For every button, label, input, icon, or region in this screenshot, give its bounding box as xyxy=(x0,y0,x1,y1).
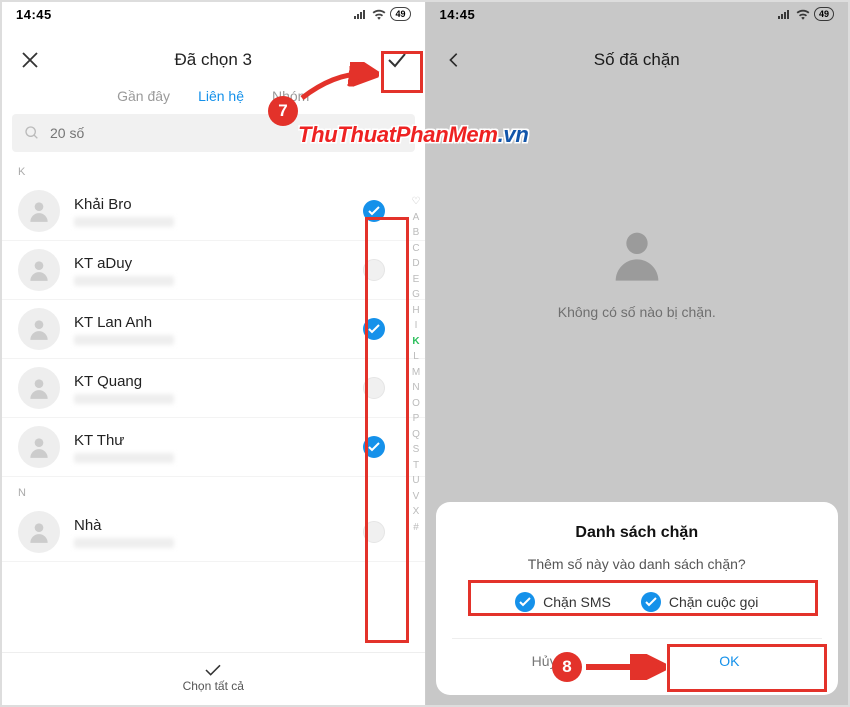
alpha-index-letter[interactable]: K xyxy=(412,336,419,347)
contact-subtitle-blurred xyxy=(74,453,174,463)
contact-info: Nhà xyxy=(74,517,349,548)
contact-subtitle-blurred xyxy=(74,276,174,286)
avatar xyxy=(18,190,60,232)
alpha-index-letter[interactable]: V xyxy=(413,491,420,502)
option-block-call[interactable]: Chặn cuộc gọi xyxy=(641,592,759,612)
avatar xyxy=(18,426,60,468)
contact-subtitle-blurred xyxy=(74,217,174,227)
tab-recent[interactable]: Gần đây xyxy=(117,88,170,104)
contact-name: KT Lan Anh xyxy=(74,314,349,335)
contact-name: Nhà xyxy=(74,517,349,538)
alpha-index-letter[interactable]: U xyxy=(412,475,419,486)
contact-list: K Khải Bro KT aDuy xyxy=(2,156,425,562)
avatar xyxy=(18,367,60,409)
alpha-index-letter[interactable]: C xyxy=(412,243,419,254)
blocked-numbers-screen: 14:45 49 Số đã chặn Không có số nào bị c… xyxy=(426,2,849,705)
alpha-index-letter[interactable]: G xyxy=(412,289,420,300)
sheet-options: Chặn SMS Chặn cuộc gọi xyxy=(452,592,823,638)
alpha-index-letter[interactable]: X xyxy=(413,506,420,517)
contact-subtitle-blurred xyxy=(74,538,174,548)
avatar xyxy=(18,249,60,291)
status-bar: 14:45 49 xyxy=(2,2,425,26)
select-all-button[interactable]: Chọn tất cả xyxy=(2,652,425,699)
alpha-index-letter[interactable]: P xyxy=(413,413,420,424)
contact-row[interactable]: Nhà xyxy=(2,503,425,562)
sheet-buttons: Hủy OK xyxy=(452,638,823,683)
alpha-index-letter[interactable]: E xyxy=(413,274,420,285)
alpha-index-letter[interactable]: A xyxy=(413,212,420,223)
wifi-icon xyxy=(372,9,386,20)
block-confirmation-sheet: Danh sách chặn Thêm số này vào danh sách… xyxy=(436,502,839,695)
alpha-index-letter[interactable]: O xyxy=(412,398,420,409)
option-label: Chặn SMS xyxy=(543,594,611,610)
alpha-index-letter[interactable]: S xyxy=(413,444,420,455)
contact-info: KT Thư xyxy=(74,432,349,463)
contact-info: Khải Bro xyxy=(74,196,349,227)
selection-checkbox[interactable] xyxy=(363,436,385,458)
checkmark-icon xyxy=(203,663,223,677)
avatar xyxy=(18,308,60,350)
sheet-message: Thêm số này vào danh sách chặn? xyxy=(452,542,823,592)
contact-subtitle-blurred xyxy=(74,394,174,404)
alpha-index[interactable]: ♡ ABCDEGHIKLMNOPQSTUVX # xyxy=(412,196,421,533)
battery-indicator: 49 xyxy=(390,7,410,21)
alpha-index-letter[interactable]: B xyxy=(413,227,420,238)
selection-checkbox[interactable] xyxy=(363,521,385,543)
sheet-title: Danh sách chặn xyxy=(452,524,823,542)
status-indicators: 49 xyxy=(354,7,410,21)
contact-name: KT Thư xyxy=(74,432,349,453)
selection-checkbox[interactable] xyxy=(363,377,385,399)
contact-row[interactable]: KT Lan Anh xyxy=(2,300,425,359)
section-letter: K xyxy=(2,156,425,182)
option-label: Chặn cuộc gọi xyxy=(669,594,759,610)
search-icon xyxy=(24,125,40,141)
checkbox-checked-icon xyxy=(515,592,535,612)
alpha-index-letter[interactable]: M xyxy=(412,367,420,378)
left-header: Đã chọn 3 xyxy=(2,26,425,82)
ok-button[interactable]: OK xyxy=(637,639,822,683)
section-letter: N xyxy=(2,477,425,503)
alpha-index-letter[interactable]: ♡ xyxy=(412,196,421,207)
alpha-index-letter[interactable]: L xyxy=(413,351,419,362)
alpha-index-letter[interactable]: # xyxy=(413,522,419,533)
contact-info: KT Quang xyxy=(74,373,349,404)
contact-row[interactable]: KT aDuy xyxy=(2,241,425,300)
alpha-index-letter[interactable]: I xyxy=(415,320,418,331)
selection-checkbox[interactable] xyxy=(363,259,385,281)
contact-row[interactable]: KT Thư xyxy=(2,418,425,477)
contact-info: KT aDuy xyxy=(74,255,349,286)
page-title: Đã chọn 3 xyxy=(175,50,253,70)
alpha-index-letter[interactable]: Q xyxy=(412,429,420,440)
tabs: Gần đây Liên hệ Nhóm xyxy=(2,82,425,114)
checkmark-icon xyxy=(385,48,409,72)
selection-checkbox[interactable] xyxy=(363,318,385,340)
contact-name: KT aDuy xyxy=(74,255,349,276)
avatar xyxy=(18,511,60,553)
status-time: 14:45 xyxy=(16,7,52,22)
contacts-selection-screen: 14:45 49 Đã chọn 3 Gần đây Liên hệ Nhóm xyxy=(2,2,426,705)
cancel-button[interactable]: Hủy xyxy=(452,639,637,683)
alpha-index-letter[interactable]: N xyxy=(412,382,419,393)
alpha-index-letter[interactable]: H xyxy=(412,305,419,316)
contact-row[interactable]: Khải Bro xyxy=(2,182,425,241)
search-bar[interactable] xyxy=(12,114,415,152)
contact-name: KT Quang xyxy=(74,373,349,394)
contact-subtitle-blurred xyxy=(74,335,174,345)
checkbox-checked-icon xyxy=(641,592,661,612)
select-all-label: Chọn tất cả xyxy=(183,679,244,693)
alpha-index-letter[interactable]: T xyxy=(413,460,419,471)
alpha-index-letter[interactable]: D xyxy=(412,258,419,269)
confirm-button[interactable] xyxy=(383,46,411,74)
close-icon xyxy=(20,50,40,70)
option-block-sms[interactable]: Chặn SMS xyxy=(515,592,611,612)
contact-name: Khải Bro xyxy=(74,196,349,217)
tab-groups[interactable]: Nhóm xyxy=(272,88,309,104)
selection-checkbox[interactable] xyxy=(363,200,385,222)
close-button[interactable] xyxy=(16,46,44,74)
signal-icon xyxy=(354,9,368,19)
contact-row[interactable]: KT Quang xyxy=(2,359,425,418)
search-input[interactable] xyxy=(50,125,403,141)
tab-contacts[interactable]: Liên hệ xyxy=(198,88,244,104)
contact-info: KT Lan Anh xyxy=(74,314,349,345)
